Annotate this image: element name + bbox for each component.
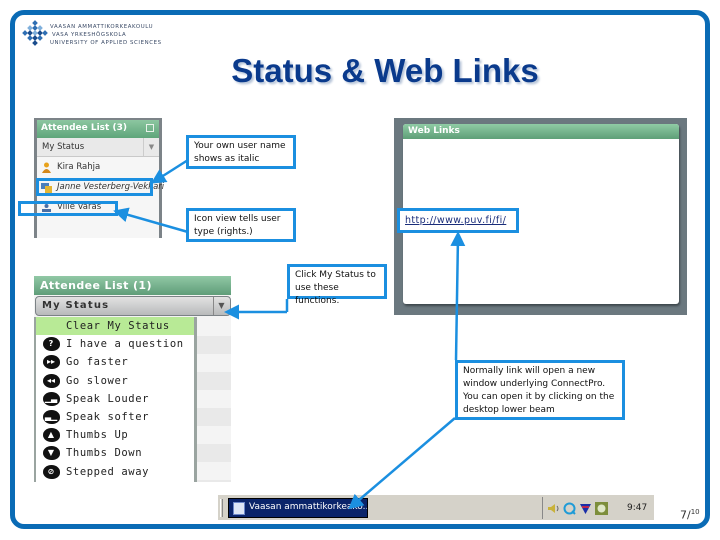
menu-icon-wrap: ▸▸ [36, 355, 66, 370]
menu-item-thumbs-up[interactable]: ▲ Thumbs Up [36, 426, 194, 444]
menu-icon-wrap: ⊘ [36, 464, 66, 479]
menu-item-question[interactable]: ? I have a question [36, 335, 194, 353]
menu-item-label: Speak softer [66, 411, 150, 424]
attendee-row[interactable]: Kira Rahja [37, 157, 159, 177]
chevron-down-icon[interactable]: ▼ [213, 297, 230, 315]
chevron-down-icon[interactable]: ▼ [143, 138, 159, 156]
taskbar-grip[interactable] [220, 499, 223, 517]
logo-line-1: VAASAN AMMATTIKORKEAKOULU [50, 24, 154, 30]
go-slower-icon: ◂◂ [42, 373, 60, 388]
attendee-list-rows [194, 318, 231, 482]
clock-app-icon[interactable] [595, 501, 608, 515]
speak-louder-icon: ▁▃ [42, 391, 60, 406]
stepped-away-icon: ⊘ [42, 464, 60, 479]
logo-line-2: VASA YRKESHÖGSKOLA [52, 32, 127, 38]
maximize-icon[interactable] [146, 124, 154, 132]
menu-item-clear-status[interactable]: Clear My Status [36, 317, 194, 336]
web-link[interactable]: http://www.puv.fi/fi/ [397, 208, 519, 233]
menu-item-label: Thumbs Down [66, 447, 143, 460]
document-icon [233, 502, 245, 515]
thumbs-up-icon: ▲ [42, 428, 60, 443]
menu-icon-wrap: ▁▃ [36, 391, 66, 406]
volume-icon[interactable] [547, 502, 560, 515]
taskbar-task-button[interactable]: Vaasan ammattikorkeako... [228, 498, 368, 518]
logo-diamond-icon [22, 20, 48, 46]
windows-taskbar: Vaasan ammattikorkeako... 9:47 [218, 494, 654, 520]
page-total: 10 [690, 508, 700, 516]
thumbs-down-icon: ▼ [42, 446, 60, 461]
menu-icon-wrap: ▲ [36, 428, 66, 443]
host-icon [42, 162, 51, 173]
my-status-label: My Status [42, 142, 85, 152]
question-icon: ? [42, 337, 60, 352]
taskbar-clock[interactable]: 9:47 [627, 503, 647, 513]
menu-item-label: Go slower [66, 374, 129, 387]
callout-click-status: Click My Status to use these functions. [287, 264, 387, 306]
status-menu: Clear My Status ? I have a question ▸▸ G… [34, 317, 197, 482]
network-icon[interactable] [579, 502, 592, 515]
menu-item-speak-louder[interactable]: ▁▃ Speak Louder [36, 390, 194, 408]
menu-item-speak-softer[interactable]: ▃▁ Speak softer [36, 408, 194, 426]
attendee-list-header: Attendee List (3) [37, 120, 159, 138]
menu-item-label: Clear My Status [66, 320, 170, 333]
callout-text: Your own user name shows as italic [194, 141, 286, 164]
attendee-name: Kira Rahja [57, 162, 101, 172]
menu-item-go-faster[interactable]: ▸▸ Go faster [36, 353, 194, 371]
menu-icon-wrap: ▃▁ [36, 410, 66, 425]
menu-item-go-slower[interactable]: ◂◂ Go slower [36, 372, 194, 390]
callout-link-note: Normally link will open a new window und… [455, 360, 625, 420]
my-status-dropdown[interactable]: My Status ▼ [37, 138, 159, 157]
logo-text: VAASAN AMMATTIKORKEAKOULU VASA YRKESHÖGS… [50, 23, 162, 47]
own-name-highlight [36, 178, 153, 196]
menu-icon-wrap: ▼ [36, 446, 66, 461]
page-current: 7 [680, 508, 687, 522]
menu-item-thumbs-down[interactable]: ▼ Thumbs Down [36, 444, 194, 462]
my-status-dropdown[interactable]: My Status ▼ [35, 296, 231, 316]
university-logo: VAASAN AMMATTIKORKEAKOULU VASA YRKESHÖGS… [22, 20, 172, 50]
menu-item-label: Stepped away [66, 465, 150, 478]
quicktime-icon[interactable] [563, 502, 576, 515]
callout-text: Normally link will open a new window und… [463, 366, 615, 415]
menu-item-label: Speak Louder [66, 392, 150, 405]
web-links-header: Web Links [403, 124, 679, 139]
icon-view-highlight [18, 201, 118, 216]
system-tray: 9:47 [542, 497, 654, 519]
page-number: 7/10 [680, 508, 700, 522]
menu-item-label: I have a question [66, 338, 184, 351]
menu-icon-wrap: ◂◂ [36, 373, 66, 388]
attendee-list-header: Attendee List (1) [34, 276, 231, 295]
slide-title: Status & Web Links [231, 52, 539, 89]
task-label: Vaasan ammattikorkeako... [249, 502, 368, 512]
my-status-label: My Status [42, 300, 110, 311]
menu-item-stepped-away[interactable]: ⊘ Stepped away [36, 463, 194, 481]
logo-line-3: UNIVERSITY OF APPLIED SCIENCES [50, 40, 162, 46]
callout-icon-view: Icon view tells user type (rights.) [186, 208, 296, 242]
menu-icon-wrap: ? [36, 337, 66, 352]
go-faster-icon: ▸▸ [42, 355, 60, 370]
menu-item-label: Go faster [66, 356, 129, 369]
menu-item-label: Thumbs Up [66, 429, 129, 442]
callout-own-name: Your own user name shows as italic [186, 135, 296, 169]
speak-softer-icon: ▃▁ [42, 410, 60, 425]
callout-text: Icon view tells user type (rights.) [194, 214, 281, 237]
attendee-list-title: Attendee List (3) [41, 123, 127, 133]
